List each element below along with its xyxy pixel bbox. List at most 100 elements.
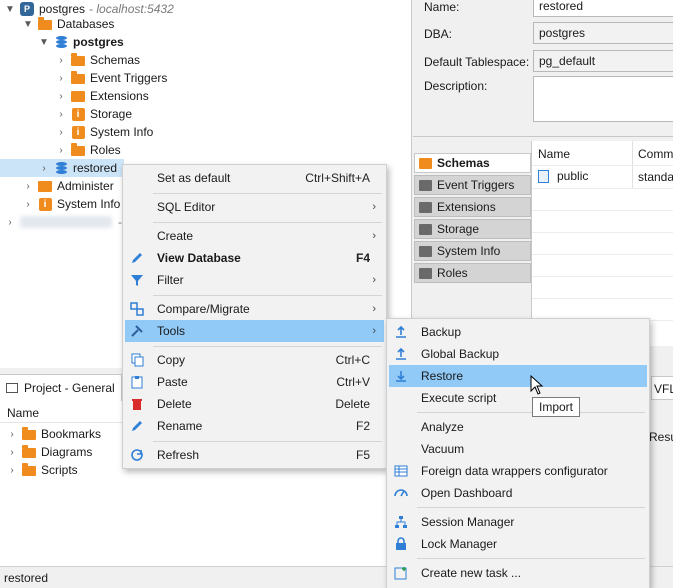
mouse-cursor-icon [530, 375, 544, 395]
storage-icon [419, 223, 432, 235]
table-icon [393, 463, 409, 479]
menu-delete[interactable]: Delete Delete [125, 393, 384, 415]
menu-global-backup[interactable]: Global Backup [389, 343, 647, 365]
table-row[interactable]: public [538, 169, 588, 183]
menu-copy[interactable]: Copy Ctrl+C [125, 349, 384, 371]
tree-item-roles[interactable]: › Roles [55, 141, 121, 159]
tab-roles[interactable]: Roles [414, 263, 531, 283]
tree-item-storage[interactable]: › i Storage [55, 105, 132, 123]
menu-separator [417, 412, 645, 413]
menu-create[interactable]: Create › [125, 225, 384, 247]
tools-submenu: Backup Global Backup Restore Execute scr… [386, 318, 650, 588]
chevron-down-icon[interactable]: ▼ [38, 36, 50, 48]
tree-item-db-postgres[interactable]: ▼ postgres [38, 33, 124, 51]
menu-filter[interactable]: Filter › [125, 269, 384, 291]
chevron-right-icon[interactable]: › [6, 428, 18, 440]
chevron-right-icon[interactable]: › [6, 464, 18, 476]
menu-separator [417, 507, 645, 508]
description-label: Description: [424, 79, 488, 93]
menu-label: Execute script [421, 391, 497, 405]
folder-icon [419, 179, 432, 191]
tab-storage[interactable]: Storage [414, 219, 531, 239]
menu-analyze[interactable]: Analyze [389, 416, 647, 438]
chevron-right-icon[interactable]: › [55, 144, 67, 156]
project-item-scripts[interactable]: › Scripts [6, 461, 78, 479]
chevron-right-icon[interactable]: › [55, 126, 67, 138]
description-field[interactable] [533, 76, 673, 122]
chevron-right-icon[interactable]: › [4, 216, 16, 228]
menu-compare-migrate[interactable]: Compare/Migrate › [125, 298, 384, 320]
vflag-tab[interactable]: VFLAG [651, 376, 673, 400]
tree-item-other-connection[interactable]: › - [4, 213, 122, 231]
menu-open-dashboard[interactable]: Open Dashboard [389, 482, 647, 504]
chevron-right-icon[interactable]: › [55, 108, 67, 120]
context-menu: Set as default Ctrl+Shift+A SQL Editor ›… [122, 164, 387, 469]
chevron-right-icon[interactable]: › [55, 90, 67, 102]
chevron-right-icon[interactable]: › [22, 198, 34, 210]
menu-shortcut: F4 [355, 251, 370, 265]
menu-vacuum[interactable]: Vacuum [389, 438, 647, 460]
menu-fdw-configurator[interactable]: Foreign data wrappers configurator [389, 460, 647, 482]
tree-item-system-info[interactable]: › i System Info [55, 123, 153, 141]
tab-schemas[interactable]: Schemas [414, 153, 531, 173]
project-item-diagrams[interactable]: › Diagrams [6, 443, 92, 461]
tablespace-field[interactable]: pg_default [533, 50, 673, 72]
menu-paste[interactable]: Paste Ctrl+V [125, 371, 384, 393]
menu-lock-manager[interactable]: Lock Manager [389, 533, 647, 555]
chevron-right-icon[interactable]: › [55, 54, 67, 66]
menu-label: Vacuum [421, 442, 465, 456]
name-field[interactable]: restored [533, 0, 673, 17]
menu-tools[interactable]: Tools › [125, 320, 384, 342]
project-item-bookmarks[interactable]: › Bookmarks [6, 425, 101, 443]
menu-label: Compare/Migrate [157, 302, 250, 316]
tree-item-event-triggers[interactable]: › Event Triggers [55, 69, 167, 87]
tab-system-info[interactable]: System Info [414, 241, 531, 261]
menu-set-as-default[interactable]: Set as default Ctrl+Shift+A [125, 167, 384, 189]
menu-execute-script[interactable]: Execute script [389, 387, 647, 409]
grid-header-name[interactable]: Name [538, 147, 570, 161]
menu-separator [153, 346, 382, 347]
tab-system-info-label: System Info [437, 244, 501, 258]
menu-label: Tools [157, 324, 186, 338]
menu-view-database[interactable]: View Database F4 [125, 247, 384, 269]
tree-item-schemas[interactable]: › Schemas [55, 51, 140, 69]
bookmarks-label: Bookmarks [41, 427, 102, 441]
chevron-right-icon[interactable]: › [22, 180, 34, 192]
tree-item-extensions[interactable]: › Extensions [55, 87, 148, 105]
tab-project-general[interactable]: Project - General [0, 375, 122, 401]
menu-create-new-task[interactable]: Create new task ... [389, 562, 647, 584]
tab-extensions[interactable]: Extensions [414, 197, 531, 217]
menu-session-manager[interactable]: Session Manager [389, 511, 647, 533]
roles-icon [419, 267, 432, 279]
menu-label: Backup [421, 325, 462, 339]
chevron-down-icon[interactable]: ▼ [4, 3, 16, 15]
bookmarks-folder-icon [21, 426, 37, 442]
menu-refresh[interactable]: Refresh F5 [125, 444, 384, 466]
editor-divider [413, 136, 673, 137]
filter-icon [129, 272, 145, 288]
menu-restore[interactable]: Restore [389, 365, 647, 387]
chevron-down-icon[interactable]: ▼ [22, 18, 34, 30]
chevron-right-icon[interactable]: › [6, 446, 18, 458]
tree-item-administer[interactable]: › Administer [22, 177, 113, 195]
grid-line [532, 165, 673, 166]
project-name-header: Name [7, 405, 40, 420]
menu-label: Foreign data wrappers configurator [421, 464, 608, 478]
menu-sql-editor[interactable]: SQL Editor › [125, 196, 384, 218]
tree-item-system-info-2[interactable]: › i System Info [22, 195, 120, 213]
chevron-right-icon[interactable]: › [38, 162, 50, 174]
tab-event-triggers-label: Event Triggers [437, 178, 515, 192]
grid-header-comment[interactable]: Comm [638, 147, 673, 161]
menu-backup[interactable]: Backup [389, 321, 647, 343]
menu-separator [153, 441, 382, 442]
chevron-right-icon[interactable]: › [55, 72, 67, 84]
tab-event-triggers[interactable]: Event Triggers [414, 175, 531, 195]
tree-item-restored[interactable]: › restored [0, 159, 124, 177]
tree-item-databases[interactable]: ▼ Databases [22, 15, 114, 33]
grid-line [532, 276, 673, 277]
folder-icon [70, 70, 86, 86]
dba-field[interactable]: postgres [533, 22, 673, 44]
storage-icon: i [70, 106, 86, 122]
menu-rename[interactable]: Rename F2 [125, 415, 384, 437]
dashboard-icon [393, 485, 409, 501]
